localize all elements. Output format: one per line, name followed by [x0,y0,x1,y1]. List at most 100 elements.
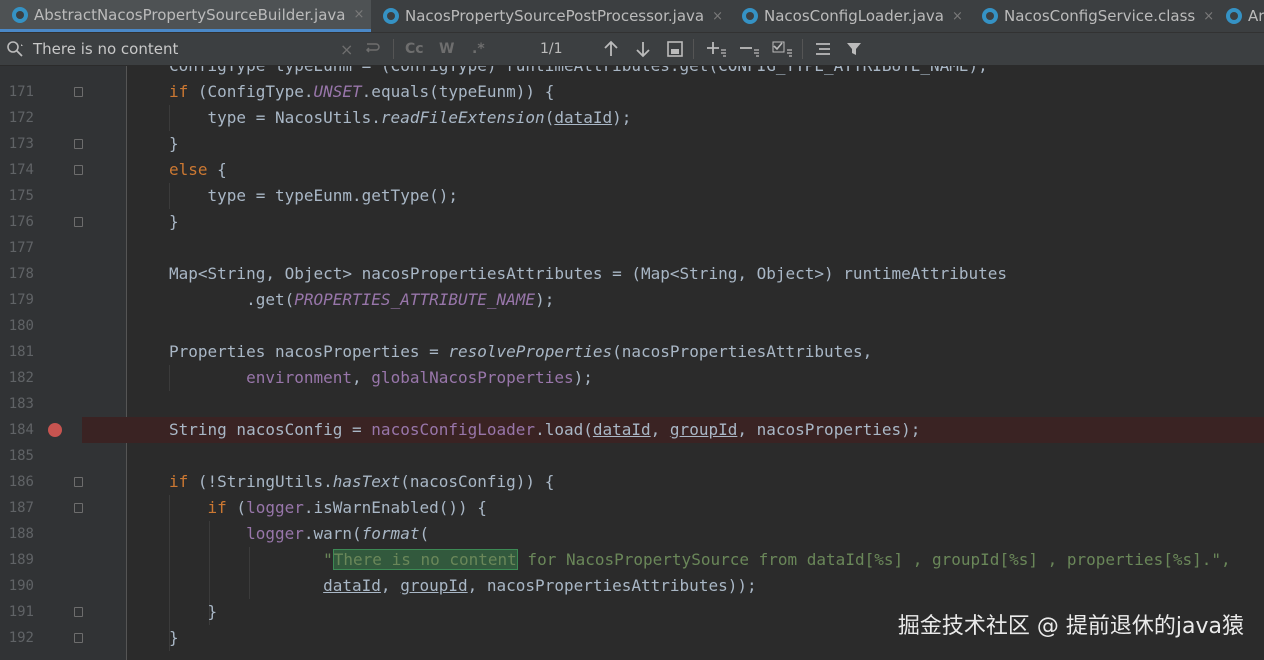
tab-nacos-config-loader[interactable]: NacosConfigLoader.java × [730,0,970,32]
code-token: ( [419,524,430,543]
search-icon [6,33,24,65]
code-text: ConfigType typeEunm = (ConfigType) runti… [169,66,988,79]
fold-icon[interactable] [74,633,83,643]
add-occurrence-button[interactable] [706,33,728,65]
editor-tab-bar: AbstractNacosPropertySourceBuilder.java … [0,0,1264,33]
keyword: if [207,498,227,517]
remove-occurrence-button[interactable] [739,33,761,65]
field-reference: environment [246,368,353,387]
code-token: ); [535,290,555,309]
close-icon[interactable]: × [952,9,963,24]
arrow-up-icon [604,40,618,56]
field-reference: groupId [400,576,468,595]
field-reference: groupId [669,420,738,439]
arrow-down-icon [636,42,650,58]
code-token: , [650,420,670,439]
add-selection-icon [707,42,726,57]
code-token: (!StringUtils. [188,472,333,491]
tab-abstract-nacos-property-source-builder[interactable]: AbstractNacosPropertySourceBuilder.java … [0,0,371,32]
select-all-occurrences-button[interactable] [666,33,684,65]
search-match-highlight: There is no content [332,549,518,570]
java-class-icon [742,8,758,24]
divider [693,39,694,59]
code-token: .equals(typeEunm)) { [361,82,555,101]
filter-button[interactable] [845,33,863,65]
whole-words-button[interactable]: W [439,33,454,65]
close-icon[interactable]: × [712,9,723,24]
field-reference: nacosConfigLoader [371,420,536,439]
line-number: 178 [8,266,34,282]
line-number: 191 [8,604,34,620]
line-number: 188 [8,526,34,542]
keyword: else [169,160,208,179]
code-line: 174 else { [0,157,1264,183]
code-token: .load( [535,420,593,439]
fold-icon[interactable] [74,477,83,487]
fold-icon[interactable] [74,165,83,175]
line-number: 174 [8,162,34,178]
tab-label: NacosPropertySourcePostProcessor.java [405,7,705,25]
fold-icon[interactable] [74,217,83,227]
next-occurrence-button[interactable] [634,33,652,65]
line-number: 182 [8,370,34,386]
divider [802,39,803,59]
fold-icon[interactable] [74,87,83,97]
divider [393,39,394,59]
code-text: logger.warn(format( [169,521,429,547]
fold-icon[interactable] [74,503,83,513]
close-icon[interactable]: × [1203,9,1214,24]
line-number: 192 [8,630,34,646]
code-text: else { [169,157,227,183]
watermark: 掘金技术社区 @ 提前退休的java猿 [897,614,1244,639]
fold-icon[interactable] [74,139,83,149]
static-field: PROPERTIES_ATTRIBUTE_NAME [294,290,536,309]
code-line: 184 String nacosConfig = nacosConfigLoad… [0,417,1264,443]
code-line: 172 type = NacosUtils.readFileExtension(… [0,105,1264,131]
code-editor[interactable]: ConfigType typeEunm = (ConfigType) runti… [0,66,1264,660]
field-reference: logger [246,498,304,517]
checklist-icon [772,41,792,57]
code-line: 183 [0,391,1264,417]
line-number: 176 [8,214,34,230]
keyword: if [169,472,189,491]
previous-occurrence-button[interactable] [602,33,620,65]
match-case-button[interactable]: Cc [405,33,424,65]
line-number: 180 [8,318,34,334]
code-token: , [352,368,372,387]
code-line: 188 logger.warn(format( [0,521,1264,547]
code-text: } [169,212,179,231]
code-text: .get(PROPERTIES_ATTRIBUTE_NAME); [169,287,554,313]
java-class-icon [12,6,28,23]
code-text: } [169,134,179,153]
line-number: 172 [8,110,34,126]
tab-nacos-property-source-post-processor[interactable]: NacosPropertySourcePostProcessor.java × [371,0,730,32]
breakpoint-icon[interactable] [48,423,62,437]
clear-search-button[interactable]: × [340,33,353,65]
code-token: .get( [169,290,295,309]
find-input[interactable]: There is no content [33,33,178,65]
code-line: 180 [0,313,1264,339]
tab-nacos-config-service[interactable]: NacosConfigService.class × [970,0,1214,32]
fold-icon[interactable] [74,607,83,617]
tab-label: NacosConfigLoader.java [764,7,944,25]
filter-icon [847,43,861,55]
code-token: (nacosPropertiesAttributes, [612,342,873,361]
regex-button[interactable]: .* [472,33,485,65]
code-token: , [380,576,401,595]
code-token: Properties nacosProperties = [169,342,449,361]
tab-overflow[interactable]: Ar [1214,0,1264,32]
line-number: 187 [8,500,34,516]
tab-label: NacosConfigService.class [1004,7,1196,25]
line-number: 189 [8,552,34,568]
search-in-selection-button[interactable] [814,33,832,65]
code-token: ( [544,108,555,127]
code-token: (nacosConfig)) { [400,472,555,491]
close-icon[interactable]: × [353,7,364,22]
search-history-icon[interactable] [364,33,382,65]
select-all-matches-button[interactable] [772,33,794,65]
code-line: 173 } [0,131,1264,157]
code-line: 175 type = typeEunm.getType(); [0,183,1264,209]
code-token: .warn( [303,524,362,543]
code-token: ); [612,108,632,127]
